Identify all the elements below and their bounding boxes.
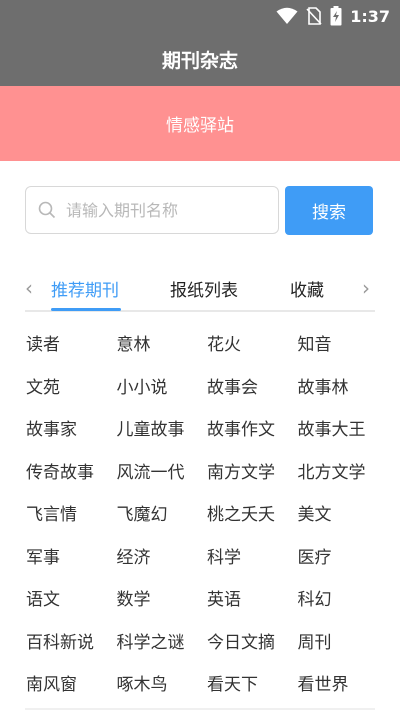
magazine-item[interactable]: 语文 xyxy=(26,585,60,610)
status-bar: 1:37 xyxy=(0,0,400,32)
divider xyxy=(25,708,375,710)
magazine-item[interactable]: 读者 xyxy=(26,330,60,355)
magazine-item[interactable]: 故事会 xyxy=(207,373,258,398)
battery-charging-icon xyxy=(330,6,342,26)
wifi-icon xyxy=(276,7,298,24)
status-icons: 1:37 xyxy=(276,6,390,26)
tab-recommended[interactable]: 推荐期刊 xyxy=(51,276,119,301)
magazine-item[interactable]: 飞魔幻 xyxy=(117,500,168,525)
magazine-item[interactable]: 看天下 xyxy=(207,670,258,695)
magazine-item[interactable]: 南风窗 xyxy=(26,670,77,695)
magazine-item[interactable]: 故事家 xyxy=(26,415,77,440)
search-button[interactable]: 搜索 xyxy=(285,186,373,235)
magazine-item[interactable]: 科幻 xyxy=(298,585,332,610)
magazine-item[interactable]: 知音 xyxy=(298,330,332,355)
magazine-item[interactable]: 看世界 xyxy=(298,670,349,695)
magazine-item[interactable]: 故事作文 xyxy=(207,415,275,440)
magazine-item[interactable]: 科学 xyxy=(207,543,241,568)
tab-indicator xyxy=(51,308,121,311)
magazine-item[interactable]: 飞言情 xyxy=(26,500,77,525)
magazine-item[interactable]: 百科新说 xyxy=(26,628,94,653)
search-button-label: 搜索 xyxy=(312,203,346,223)
magazine-item[interactable]: 意林 xyxy=(117,330,151,355)
search-icon xyxy=(38,201,56,219)
magazine-item[interactable]: 今日文摘 xyxy=(207,628,275,653)
no-sim-icon xyxy=(306,7,322,25)
magazine-item[interactable]: 经济 xyxy=(117,543,151,568)
app-bar: 期刊杂志 xyxy=(0,32,400,86)
tab-favorites[interactable]: 收藏 xyxy=(290,276,324,301)
status-time: 1:37 xyxy=(350,6,390,26)
magazine-item[interactable]: 数学 xyxy=(117,585,151,610)
magazine-item[interactable]: 英语 xyxy=(207,585,241,610)
banner-text: 情感驿站 xyxy=(166,116,234,136)
tab-bar: ‹ 推荐期刊 报纸列表 收藏 › xyxy=(25,270,375,312)
magazine-item[interactable]: 周刊 xyxy=(298,628,332,653)
magazine-item[interactable]: 故事大王 xyxy=(298,415,366,440)
magazine-item[interactable]: 花火 xyxy=(207,330,241,355)
tab-newspapers[interactable]: 报纸列表 xyxy=(170,276,238,301)
magazine-item[interactable]: 小小说 xyxy=(117,373,168,398)
magazine-item[interactable]: 儿童故事 xyxy=(117,415,185,440)
magazine-item[interactable]: 桃之夭夭 xyxy=(207,500,275,525)
magazine-item[interactable]: 科学之谜 xyxy=(117,628,185,653)
magazine-item[interactable]: 南方文学 xyxy=(207,458,275,483)
magazine-item[interactable]: 风流一代 xyxy=(117,458,185,483)
magazine-item[interactable]: 医疗 xyxy=(298,543,332,568)
magazine-item[interactable]: 军事 xyxy=(26,543,60,568)
magazine-item[interactable]: 啄木鸟 xyxy=(117,670,168,695)
magazine-item[interactable]: 北方文学 xyxy=(298,458,366,483)
search-box[interactable] xyxy=(25,186,279,234)
magazine-item[interactable]: 传奇故事 xyxy=(26,458,94,483)
page-title: 期刊杂志 xyxy=(161,49,238,72)
chevron-left-icon[interactable]: ‹ xyxy=(25,276,33,300)
magazine-item[interactable]: 文苑 xyxy=(26,373,60,398)
banner[interactable]: 情感驿站 xyxy=(0,86,400,161)
chevron-right-icon[interactable]: › xyxy=(362,276,370,300)
search-input[interactable] xyxy=(64,199,268,221)
magazine-item[interactable]: 故事林 xyxy=(298,373,349,398)
magazine-item[interactable]: 美文 xyxy=(298,500,332,525)
